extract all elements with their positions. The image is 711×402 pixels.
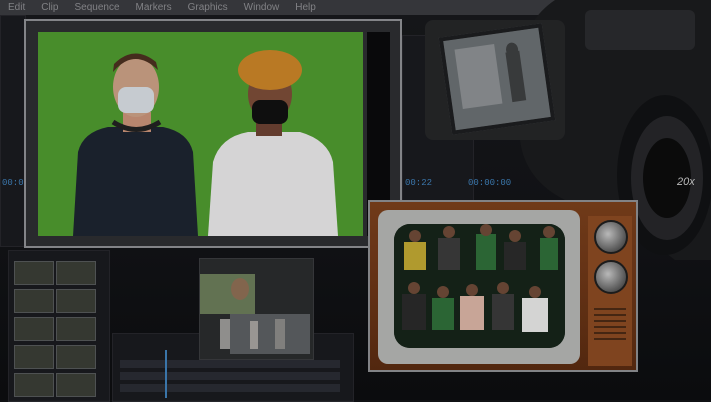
- tv-control-panel: [588, 216, 632, 366]
- speaker-grille: [594, 320, 626, 322]
- menu-sequence[interactable]: Sequence: [74, 2, 119, 13]
- bin-thumbnail[interactable]: [56, 289, 96, 313]
- bin-thumbnail[interactable]: [14, 261, 54, 285]
- playhead[interactable]: [165, 350, 167, 398]
- bin-thumbnail[interactable]: [56, 373, 96, 397]
- bin-thumbnail[interactable]: [56, 317, 96, 341]
- bin-thumbnail[interactable]: [14, 345, 54, 369]
- small-screen-image: [200, 259, 313, 359]
- retro-tv: [368, 200, 638, 372]
- menu-edit[interactable]: Edit: [8, 2, 25, 13]
- timeline-track[interactable]: [120, 372, 340, 380]
- timeline-track[interactable]: [120, 360, 340, 368]
- timeline-track[interactable]: [120, 384, 340, 392]
- bin-thumbnail[interactable]: [14, 289, 54, 313]
- tv-channel-knob[interactable]: [594, 220, 628, 254]
- speaker-grille: [594, 308, 626, 310]
- bin-thumbnail[interactable]: [14, 317, 54, 341]
- source-panel-edge: [0, 15, 26, 247]
- tv-group-image: [394, 224, 565, 348]
- menu-markers[interactable]: Markers: [136, 2, 172, 13]
- tv-bezel: [378, 210, 580, 364]
- menu-window[interactable]: Window: [244, 2, 280, 13]
- green-screen-video: [38, 32, 363, 236]
- camcorder-screen-image: [443, 27, 551, 131]
- tv-volume-knob[interactable]: [594, 260, 628, 294]
- tv-screen: [394, 224, 565, 348]
- bin-thumbnail[interactable]: [56, 345, 96, 369]
- speaker-grille: [594, 332, 626, 334]
- camcorder-flip-screen: [438, 23, 556, 135]
- bin-thumbnail[interactable]: [14, 373, 54, 397]
- green-screen-people-image: [38, 32, 363, 236]
- green-screen-monitor: [24, 19, 402, 248]
- menu-clip[interactable]: Clip: [41, 2, 58, 13]
- camcorder-zoom-label: 20x: [676, 176, 695, 188]
- menu-graphics[interactable]: Graphics: [188, 2, 228, 13]
- small-video-screen: [199, 258, 314, 360]
- speaker-grille: [594, 326, 626, 328]
- speaker-grille: [594, 314, 626, 316]
- speaker-grille: [594, 338, 626, 340]
- menu-help[interactable]: Help: [295, 2, 316, 13]
- bin-thumbnail[interactable]: [56, 261, 96, 285]
